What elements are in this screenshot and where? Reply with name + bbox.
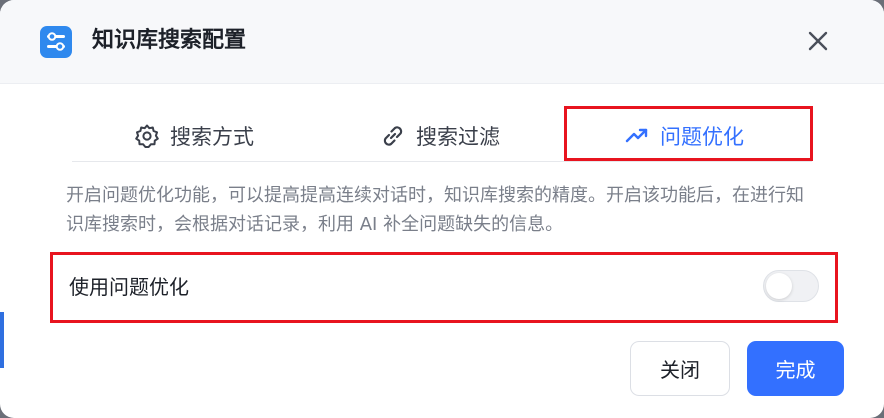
tab-bar: 搜索方式 搜索过滤 问题优化 [72,110,812,162]
setting-label: 使用问题优化 [69,275,189,299]
tab-search-method[interactable]: 搜索方式 [134,110,254,162]
tab-search-filter[interactable]: 搜索过滤 [380,110,500,162]
done-button[interactable]: 完成 [747,341,844,396]
question-optimization-setting: 使用问题优化 [50,252,838,323]
trend-up-icon [624,123,650,149]
gear-icon [134,123,160,149]
tab-label: 问题优化 [660,125,744,149]
dialog-header: 知识库搜索配置 [0,0,884,84]
close-button[interactable]: 关闭 [630,341,730,396]
tab-question-optimization[interactable]: 问题优化 [624,110,744,162]
feature-description: 开启问题优化功能，可以提高提高连续对话时，知识库搜索的精度。开启该功能后，在进行… [66,185,804,235]
tab-label: 搜索过滤 [416,125,500,149]
dialog-title: 知识库搜索配置 [92,28,247,53]
search-config-dialog: 知识库搜索配置 搜索方式 搜索过滤 问题优化 开启问题优化功能，可以提高提高连续… [0,0,884,418]
toggle-knob [766,273,792,299]
left-edge-strip [0,312,4,368]
question-optimization-toggle[interactable] [763,270,819,302]
link-icon [380,123,406,149]
sliders-icon [40,26,72,58]
close-icon[interactable] [804,27,832,55]
tab-label: 搜索方式 [170,125,254,149]
